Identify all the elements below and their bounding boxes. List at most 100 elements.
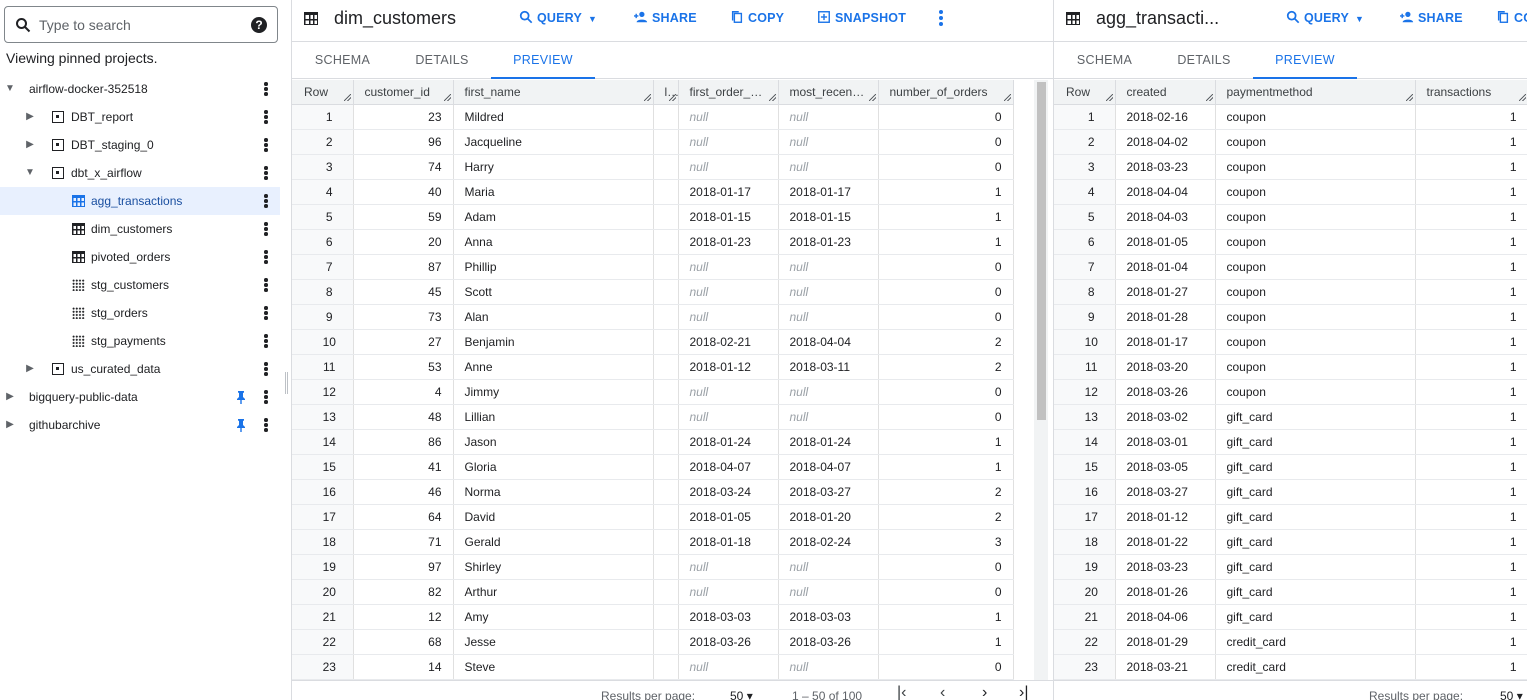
share-button[interactable]: SHARE	[1400, 10, 1463, 28]
more-vert-icon[interactable]	[262, 82, 270, 96]
panel-header: dim_customers QUERY ▼ SHARE COPY SNAPSHOT	[292, 0, 1053, 42]
copy-button[interactable]: COPY	[730, 10, 784, 28]
cell-created: 2018-01-29	[1115, 629, 1216, 655]
expand-more-icon[interactable]: ▶	[24, 131, 36, 159]
column-header-most-recent-order-date[interactable]: most_recent_order_date	[778, 80, 879, 105]
cell-transactions: 1	[1415, 379, 1527, 405]
more-vert-icon[interactable]	[262, 110, 270, 124]
tab-details[interactable]: DETAILS	[1155, 42, 1253, 79]
column-header-first-name[interactable]: first_name	[453, 80, 654, 105]
scrollbar-thumb[interactable]	[1037, 82, 1046, 420]
results-per-page-select[interactable]: 50 ▾	[1500, 689, 1523, 700]
search-box[interactable]: ?	[4, 6, 278, 43]
more-vert-icon[interactable]	[262, 250, 270, 264]
next-page-icon[interactable]: ›	[982, 684, 987, 700]
tree-item-pivoted-orders[interactable]: pivoted_orders	[0, 243, 280, 271]
expand-more-icon[interactable]: ▶	[24, 355, 36, 383]
cell-first-name: Jesse	[453, 629, 654, 655]
share-button-label: SHARE	[652, 11, 697, 25]
tab-preview[interactable]: PREVIEW	[1253, 42, 1357, 79]
tab-details[interactable]: DETAILS	[393, 42, 491, 79]
cell-first-order-date: 2018-01-15	[678, 204, 779, 230]
column-header-row[interactable]: Row	[292, 80, 354, 105]
cell-created: 2018-01-12	[1115, 504, 1216, 530]
cell-last-name	[653, 654, 679, 680]
more-vert-icon[interactable]	[262, 390, 270, 404]
vertical-scrollbar[interactable]	[1034, 80, 1048, 680]
snapshot-button[interactable]: SNAPSHOT	[817, 10, 906, 28]
sidebar-resize-handle[interactable]	[285, 372, 288, 394]
column-header-first-order-date[interactable]: first_order_date	[678, 80, 779, 105]
column-header-transactions[interactable]: transactions	[1415, 80, 1527, 105]
pin-icon[interactable]	[235, 418, 247, 432]
search-input[interactable]	[39, 15, 239, 35]
cell-most-recent-order-date: 2018-04-07	[778, 454, 879, 480]
more-vert-icon[interactable]	[262, 334, 270, 348]
cell-customer-id: 45	[353, 279, 454, 305]
explorer-sidebar: ? Viewing pinned projects. ▼ airflow-dock…	[0, 0, 280, 700]
cell-customer-id: 87	[353, 254, 454, 280]
cell-most-recent-order-date: null	[778, 104, 879, 130]
cell-number-of-orders: 0	[878, 379, 1014, 405]
more-vert-icon[interactable]	[262, 362, 270, 376]
more-vert-icon[interactable]	[262, 138, 270, 152]
expand-more-icon[interactable]: ▶	[4, 411, 16, 439]
cell-first-order-date: null	[678, 279, 779, 305]
more-vert-icon[interactable]	[262, 166, 270, 180]
column-header-paymentmethod[interactable]: paymentmethod	[1215, 80, 1416, 105]
tree-item-stg-orders[interactable]: stg_orders	[0, 299, 280, 327]
cell-first-name: Gloria	[453, 454, 654, 480]
tree-item-airflow-docker-352518[interactable]: ▼ airflow-docker-352518	[0, 75, 280, 103]
cell-first-order-date: null	[678, 304, 779, 330]
dataset-icon	[52, 139, 64, 151]
more-vert-icon[interactable]	[262, 222, 270, 236]
first-page-icon[interactable]: |‹	[897, 684, 906, 700]
column-header-created[interactable]: created	[1115, 80, 1216, 105]
cell-paymentmethod: gift_card	[1215, 554, 1416, 580]
results-per-page-select[interactable]: 50 ▾	[730, 689, 753, 700]
expand-less-icon[interactable]: ▼	[24, 159, 36, 187]
tree-item-dbt-report[interactable]: ▶ DBT_report	[0, 103, 280, 131]
query-button[interactable]: QUERY ▼	[1286, 10, 1364, 28]
pin-icon[interactable]	[235, 390, 247, 404]
snapshot-icon	[818, 11, 830, 23]
copy-button[interactable]: CO	[1496, 10, 1527, 28]
last-page-icon[interactable]: ›|	[1019, 684, 1028, 700]
more-vert-icon[interactable]	[262, 418, 270, 432]
query-button[interactable]: QUERY ▼	[519, 10, 597, 28]
share-button[interactable]: SHARE	[634, 10, 697, 28]
more-vert-icon[interactable]	[262, 278, 270, 292]
more-vert-icon[interactable]	[937, 10, 945, 28]
tree-item-stg-customers[interactable]: stg_customers	[0, 271, 280, 299]
tree-item-us-curated-data[interactable]: ▶ us_curated_data	[0, 355, 280, 383]
column-header-last-name[interactable]: last_name	[653, 80, 679, 105]
help-icon[interactable]: ?	[251, 17, 267, 33]
tree-item-dbt-staging-0[interactable]: ▶ DBT_staging_0	[0, 131, 280, 159]
cell-number-of-orders: 0	[878, 154, 1014, 180]
column-header-row[interactable]: Row	[1054, 80, 1116, 105]
column-header-number-of-orders[interactable]: number_of_orders	[878, 80, 1014, 105]
tree-item-label: stg_orders	[91, 306, 148, 320]
table-row: 12 4 Jimmy null null 0	[292, 379, 1014, 405]
expand-more-icon[interactable]: ▶	[4, 383, 16, 411]
table-row: 4 40 Maria 2018-01-17 2018-01-17 1	[292, 179, 1014, 205]
tree-item-dim-customers[interactable]: dim_customers	[0, 215, 280, 243]
tree-item-bigquery-public-data[interactable]: ▶ bigquery-public-data	[0, 383, 280, 411]
cell-created: 2018-03-20	[1115, 354, 1216, 380]
previous-page-icon[interactable]: ‹	[940, 684, 945, 700]
tree-item-dbt-x-airflow[interactable]: ▼ dbt_x_airflow	[0, 159, 280, 187]
tree-item-agg-transactions[interactable]: agg_transactions	[0, 187, 280, 215]
tab-preview[interactable]: PREVIEW	[491, 42, 595, 79]
tab-schema[interactable]: SCHEMA	[1054, 42, 1155, 79]
column-header-customer-id[interactable]: customer_id	[353, 80, 454, 105]
row-number: 15	[292, 454, 354, 480]
tree-item-stg-payments[interactable]: stg_payments	[0, 327, 280, 355]
dataset-icon	[52, 363, 64, 375]
more-vert-icon[interactable]	[262, 194, 270, 208]
expand-less-icon[interactable]: ▼	[4, 75, 16, 103]
tab-schema[interactable]: SCHEMA	[292, 42, 393, 79]
more-vert-icon[interactable]	[262, 306, 270, 320]
tree-item-githubarchive[interactable]: ▶ githubarchive	[0, 411, 280, 439]
expand-more-icon[interactable]: ▶	[24, 103, 36, 131]
cell-customer-id: 53	[353, 354, 454, 380]
